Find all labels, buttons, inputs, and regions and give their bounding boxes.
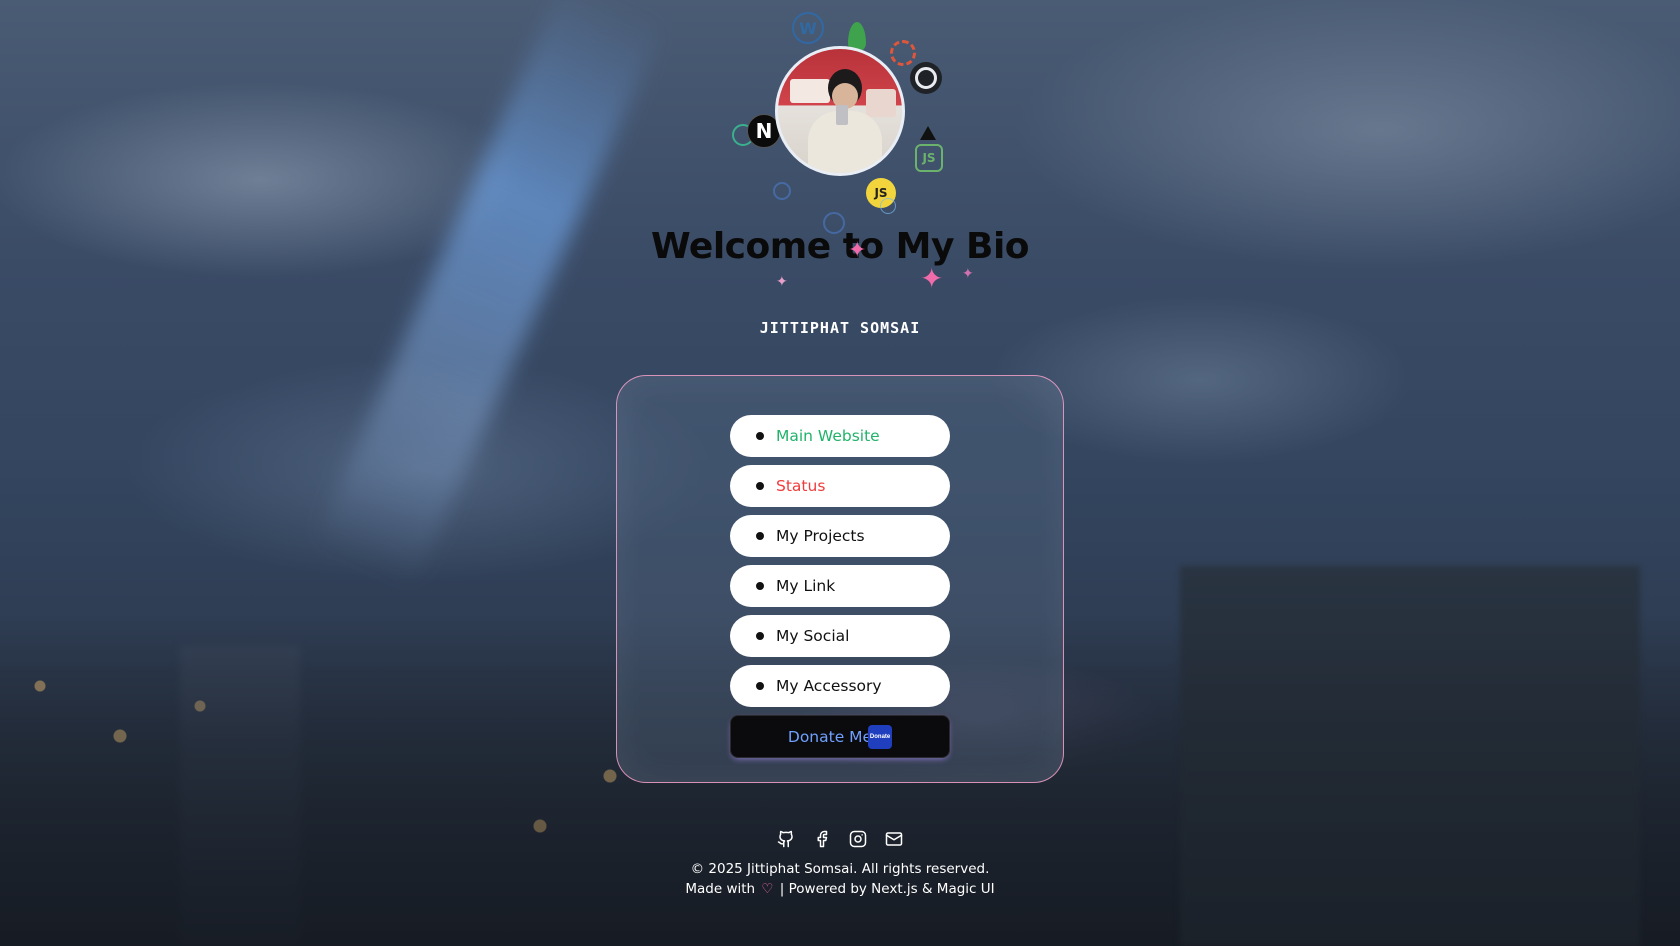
bullet-icon [756,682,764,690]
my-social-label: My Social [776,627,850,645]
my-accessory-button[interactable]: My Accessory [730,665,950,707]
wordpress-icon: W [792,12,824,44]
heart-icon: ♡ [761,881,774,897]
credits-line: Made with ♡ | Powered by Next.js & Magic… [0,879,1680,899]
mail-link[interactable] [885,830,903,848]
my-social-button[interactable]: My Social [730,615,950,657]
bullet-icon [756,532,764,540]
sparkle-icon: ✦ [920,262,944,295]
sparkle-icon: ✦ [962,266,974,282]
donate-badge-icon: Donate [868,724,893,749]
react-icon [880,198,896,214]
sparkle-icon: ✦ [848,238,867,263]
social-links [0,830,1680,848]
sparkle-icon: ✦ [776,274,788,290]
bullet-icon [756,632,764,640]
copyright-text: © 2025 Jittiphat Somsai. All rights rese… [690,861,990,877]
facebook-icon [817,830,828,848]
instagram-link[interactable] [849,830,867,848]
github-icon [777,830,793,848]
donate-label: Donate Me [787,727,873,746]
facebook-link[interactable] [813,830,831,848]
avatar [775,46,905,176]
globe-icon [773,182,791,200]
page-title: Welcome to My Bio [650,226,1030,267]
mail-icon [885,832,903,846]
main-website-button[interactable]: Main Website [730,415,950,457]
my-link-button[interactable]: My Link [730,565,950,607]
light-streak [312,0,666,589]
status-button[interactable]: Status [730,465,950,507]
main-website-label: Main Website [776,427,880,445]
github-link[interactable] [777,830,795,848]
my-projects-label: My Projects [776,527,865,545]
made-with-text: Made with [685,881,756,897]
donate-button[interactable]: Donate Me Donate [730,715,950,758]
instagram-icon [849,830,867,848]
my-projects-button[interactable]: My Projects [730,515,950,557]
powered-by-text: | Powered by Next.js & Magic UI [779,881,995,897]
bullet-icon [756,482,764,490]
nodejs-icon: JS [915,144,943,172]
owner-name: JITTIPHAT SOMSAI [759,319,921,337]
bullet-icon [756,582,764,590]
github-icon [910,62,942,94]
status-label: Status [776,477,826,495]
footer: © 2025 Jittiphat Somsai. All rights rese… [0,859,1680,899]
my-link-label: My Link [776,577,836,595]
bullet-icon [756,432,764,440]
my-accessory-label: My Accessory [776,677,882,695]
vercel-icon [920,126,936,140]
avatar-photo [775,46,905,176]
